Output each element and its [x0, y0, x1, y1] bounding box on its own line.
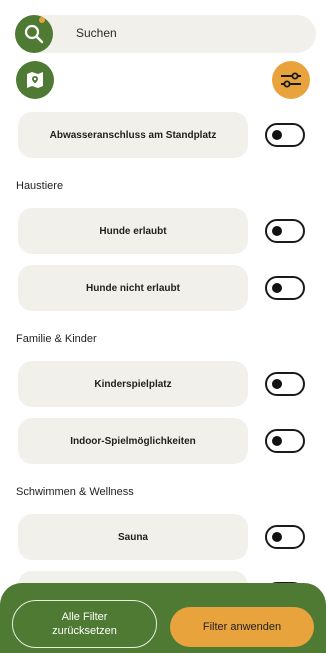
notification-dot [39, 17, 45, 23]
toggle-hunde-nicht-erlaubt[interactable] [265, 276, 305, 300]
filter-label: Sauna [117, 531, 148, 543]
search-button[interactable] [15, 15, 53, 53]
toggle-indoor[interactable] [265, 429, 305, 453]
reset-filters-label: Alle Filter zurücksetzen [52, 611, 117, 637]
sliders-icon [281, 72, 301, 88]
filter-hunde-erlaubt[interactable]: Hunde erlaubt [18, 208, 248, 254]
toggle-abwasser[interactable] [265, 123, 305, 147]
toggle-knob [272, 130, 282, 140]
map-button[interactable] [16, 61, 54, 99]
search-bar[interactable]: Suchen [16, 15, 316, 53]
filter-abwasser[interactable]: Abwasseranschluss am Standplatz [18, 112, 248, 158]
filter-label: Kinderspielplatz [94, 378, 172, 390]
reset-filters-button[interactable]: Alle Filter zurücksetzen [12, 600, 157, 648]
filter-sauna[interactable]: Sauna [18, 514, 248, 560]
filter-settings-button[interactable] [272, 61, 310, 99]
section-familie: Familie & Kinder [16, 333, 97, 345]
toggle-hunde-erlaubt[interactable] [265, 219, 305, 243]
section-haustiere: Haustiere [16, 180, 64, 192]
filter-label: Abwasseranschluss am Standplatz [49, 129, 217, 141]
filter-label: Indoor-Spielmöglichkeiten [70, 435, 196, 447]
filter-hunde-nicht-erlaubt[interactable]: Hunde nicht erlaubt [18, 265, 248, 311]
toggle-knob [272, 532, 282, 542]
map-icon [27, 72, 43, 88]
toggle-sauna[interactable] [265, 525, 305, 549]
toggle-knob [272, 226, 282, 236]
search-input[interactable]: Suchen [76, 26, 117, 40]
section-schwimmen: Schwimmen & Wellness [16, 486, 134, 498]
filter-indoor[interactable]: Indoor-Spielmöglichkeiten [18, 418, 248, 464]
filter-label: Hunde erlaubt [99, 225, 167, 237]
toggle-knob [272, 436, 282, 446]
filter-label: Hunde nicht erlaubt [86, 282, 180, 294]
toggle-knob [272, 283, 282, 293]
apply-filters-label: Filter anwenden [202, 621, 282, 633]
toggle-kinderspielplatz[interactable] [265, 372, 305, 396]
toggle-knob [272, 379, 282, 389]
apply-filters-button[interactable]: Filter anwenden [170, 607, 314, 647]
filter-kinderspielplatz[interactable]: Kinderspielplatz [18, 361, 248, 407]
search-icon [24, 24, 44, 44]
